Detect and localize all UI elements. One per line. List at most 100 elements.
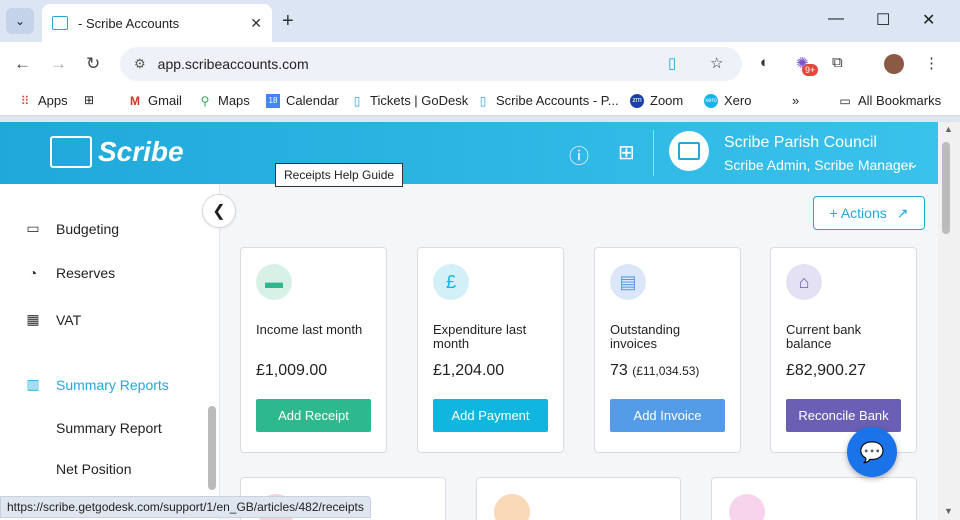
reserves-icon: ◔ (28, 265, 38, 281)
gmail-icon: M (130, 93, 140, 108)
maximize-button[interactable]: ☐ (876, 10, 890, 30)
card-label: Income last month (256, 322, 363, 337)
scribe-app-icon[interactable]: ▯ (668, 54, 676, 72)
scroll-up-icon[interactable]: ▲ (944, 124, 953, 134)
card-row2-2 (476, 477, 681, 520)
sidebar-item-vat[interactable]: ▦ VAT (24, 311, 81, 328)
wallet-icon (494, 494, 530, 520)
bookmark-apps[interactable]: ⠿ Apps (18, 93, 68, 108)
card-expenditure: £ Expenditure last month £1,204.00 Add P… (417, 247, 564, 453)
bookmark-star-icon[interactable]: ☆ (710, 54, 723, 72)
scribe-logo[interactable]: Scribe (50, 136, 184, 168)
sidebar-item-budgeting[interactable]: ▭ Budgeting (24, 220, 119, 237)
bookmarks-overflow-button[interactable]: » (792, 93, 799, 108)
reload-button[interactable]: ↻ (86, 54, 100, 74)
sidebar-item-summary-reports[interactable]: ▥ Summary Reports (24, 376, 168, 393)
card-label: Expenditure last month (433, 322, 527, 351)
bookmark-zoom[interactable]: zm Zoom (630, 93, 683, 108)
tab-search-dropdown[interactable]: ⌄ (6, 8, 34, 34)
scribe-favicon-icon (52, 16, 68, 30)
apps-grid-icon: ⠿ (20, 93, 30, 108)
folder-icon: ▭ (839, 93, 851, 108)
chevron-down-icon: ⌄ (14, 14, 26, 28)
bookmark-godesk[interactable]: ▯ Tickets | GoDesk (350, 93, 469, 108)
apps-grid-icon[interactable]: ⊞ (618, 140, 635, 165)
help-icon[interactable]: ⓘ (569, 140, 589, 169)
reconcile-bank-button[interactable]: Reconcile Bank (786, 399, 901, 432)
org-name[interactable]: Scribe Parish Council (724, 134, 877, 152)
card-value: £1,009.00 (256, 362, 328, 379)
card-row2-3 (711, 477, 917, 520)
budget-icon: ▭ (26, 220, 40, 236)
add-payment-button[interactable]: Add Payment (433, 399, 548, 432)
scroll-down-icon[interactable]: ▼ (944, 506, 953, 516)
card-invoices: ▤ Outstanding invoices 73 (£11,034.53) A… (594, 247, 741, 453)
bookmarks-bar: ⠿ Apps ⊞ M Gmail ⚲ Maps 18 Calendar ▯ Tickets… (0, 86, 960, 116)
page-scrollbar[interactable]: ▲ ▼ (938, 122, 960, 520)
actions-button[interactable]: + Actions ↗ (813, 196, 925, 230)
bookmark-grid[interactable]: ⊞ (82, 93, 102, 107)
chat-button[interactable]: 💬 (847, 427, 897, 477)
zoom-icon: zm (630, 93, 644, 108)
bookmark-gmail[interactable]: M Gmail (128, 93, 182, 108)
bookmark-calendar[interactable]: 18 Calendar (266, 93, 339, 108)
chevron-down-icon[interactable]: ⌄ (908, 156, 919, 172)
bookmark-xero[interactable]: xero Xero (704, 93, 751, 108)
tab-title: - Scribe Accounts (78, 15, 180, 31)
site-info-icon[interactable]: ⚙ (134, 56, 146, 72)
card-value: 73 (£11,034.53) (610, 362, 700, 379)
money-icon: ▬ (256, 264, 292, 300)
header-divider (653, 130, 654, 176)
scrollbar-thumb[interactable] (942, 142, 950, 234)
invoice-icon: ▤ (610, 264, 646, 300)
org-avatar[interactable] (669, 131, 709, 171)
url-text: app.scribeaccounts.com (157, 56, 309, 72)
chevron-left-icon: ❮ (212, 203, 226, 220)
scribe-icon: ▯ (353, 93, 361, 108)
tab-close-button[interactable]: ✕ (250, 15, 262, 32)
receipts-help-tooltip: Receipts Help Guide (275, 163, 404, 187)
sidebar-subitem-summary-report[interactable]: Summary Report (56, 420, 162, 436)
vat-icon: ▦ (26, 311, 40, 327)
pound-icon: £ (433, 264, 469, 300)
chart-icon: ▥ (26, 376, 40, 392)
card-value: £82,900.27 (786, 362, 867, 379)
bookmark-maps[interactable]: ⚲ Maps (198, 93, 250, 108)
scribe-app: Scribe ⓘ ⊞ Scribe Parish Council Scribe … (0, 122, 938, 520)
address-bar[interactable]: ⚙ app.scribeaccounts.com ▯ ☆ (120, 47, 742, 81)
org-role[interactable]: Scribe Admin, Scribe Manager (724, 157, 913, 173)
new-tab-button[interactable]: + (282, 10, 294, 33)
external-link-icon: ↗ (896, 204, 909, 221)
maps-icon: ⚲ (200, 93, 210, 108)
bookmark-all[interactable]: ▭ All Bookmarks (838, 93, 941, 108)
scribe-logo-icon (50, 136, 92, 168)
browser-menu-icon[interactable]: ⋮ (924, 54, 939, 72)
collapse-sidebar-button[interactable]: ❮ (202, 194, 236, 228)
xero-icon: xero (704, 93, 718, 108)
minimize-button[interactable]: — (828, 10, 844, 28)
browser-tab-active[interactable]: - Scribe Accounts ✕ (42, 4, 272, 42)
add-invoice-button[interactable]: Add Invoice (610, 399, 725, 432)
profile-avatar[interactable] (884, 54, 904, 74)
bookmark-scribe-accounts[interactable]: ▯ Scribe Accounts - P... (476, 93, 619, 108)
browser-toolbar: ← → ↻ ⚙ app.scribeaccounts.com ▯ ☆ ◐ ✺ ⧉… (0, 42, 960, 86)
scribe-icon: ▯ (479, 93, 487, 108)
browser-tab-bar: ⌄ - Scribe Accounts ✕ + — ☐ ✕ (0, 0, 960, 42)
chat-bubble-icon: 💬 (859, 441, 885, 464)
forward-button[interactable]: → (50, 54, 67, 74)
card-income: ▬ Income last month £1,009.00 Add Receip… (240, 247, 387, 453)
close-window-button[interactable]: ✕ (922, 10, 935, 30)
extensions-puzzle-icon[interactable]: ⧉ (832, 54, 843, 71)
sidebar: ▭ Budgeting ◔ Reserves ▦ VAT ▥ Summary R… (0, 184, 220, 520)
add-receipt-button[interactable]: Add Receipt (256, 399, 371, 432)
back-button[interactable]: ← (14, 54, 31, 74)
card-label: Outstanding invoices (610, 322, 681, 351)
briefcase-icon (729, 494, 765, 520)
card-bank-balance: ⌂ Current bank balance £82,900.27 Reconc… (770, 247, 917, 453)
card-value: £1,204.00 (433, 362, 505, 379)
password-manager-icon[interactable]: ◐ (760, 54, 769, 71)
sidebar-item-reserves[interactable]: ◔ Reserves (24, 265, 115, 281)
sidebar-subitem-net-position[interactable]: Net Position (56, 461, 131, 477)
sidebar-scrollbar[interactable] (208, 406, 216, 490)
calendar-icon: 18 (266, 93, 280, 108)
